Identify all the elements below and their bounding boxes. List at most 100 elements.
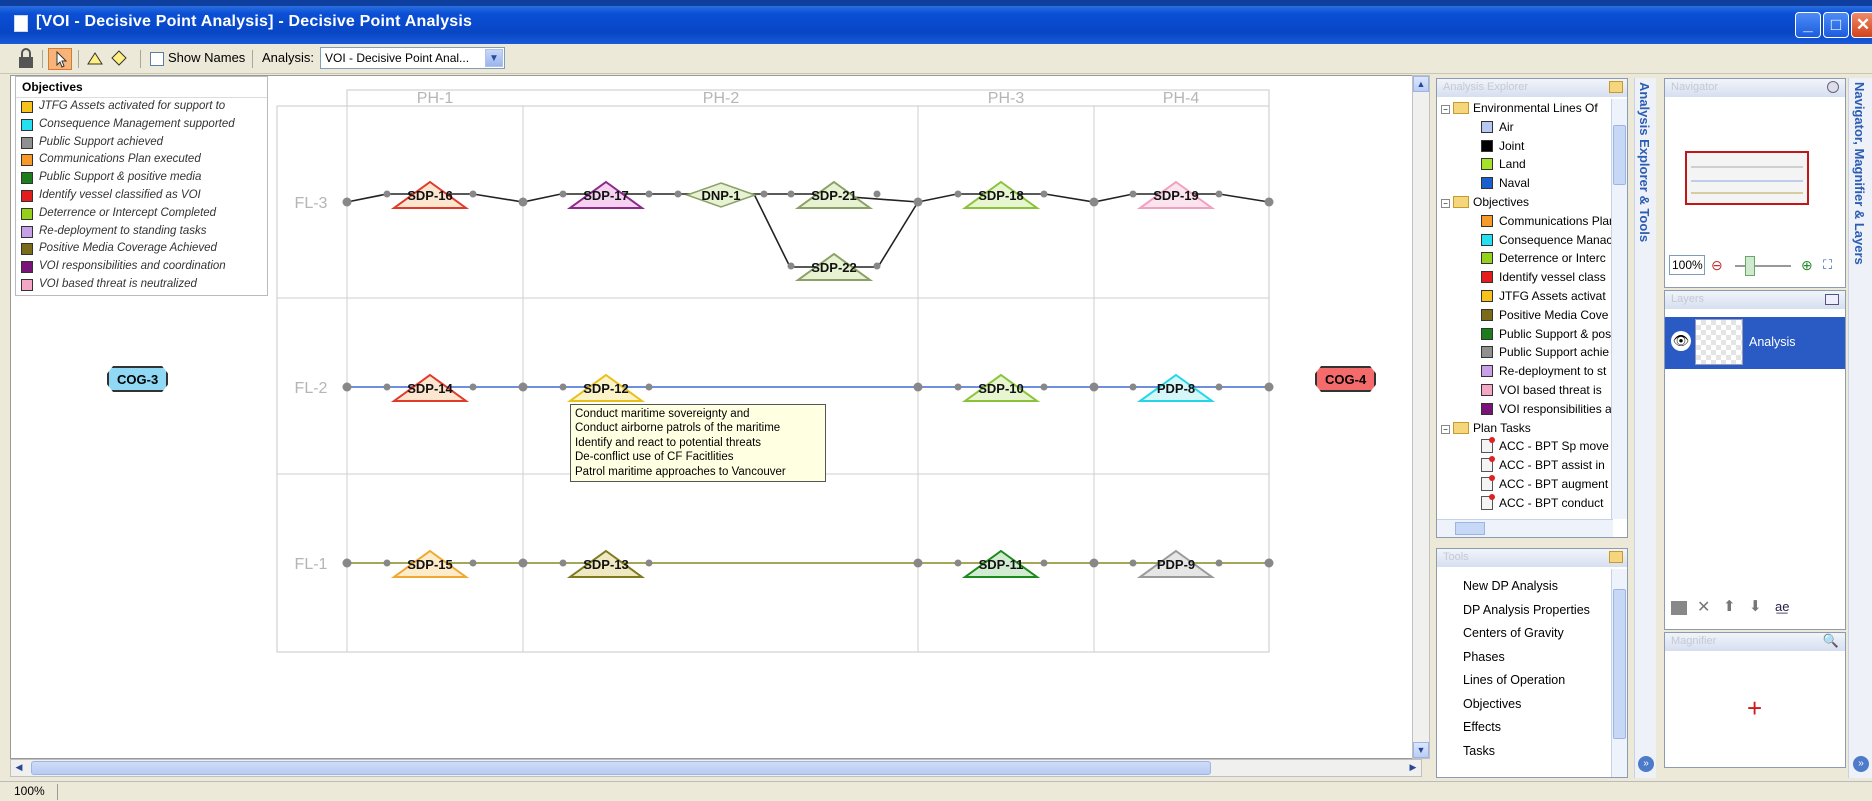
tool-item[interactable]: Tasks bbox=[1463, 744, 1495, 758]
cog-3-node[interactable]: COG-3 bbox=[107, 366, 169, 392]
tool-item[interactable]: DP Analysis Properties bbox=[1463, 603, 1590, 617]
tree-item[interactable]: ACC - BPT conduct bbox=[1481, 493, 1603, 512]
zoom-in-icon[interactable]: ⊕ bbox=[1801, 257, 1813, 274]
node-label[interactable]: PDP-8 bbox=[1157, 381, 1195, 396]
node-label[interactable]: SDP-13 bbox=[583, 557, 629, 572]
zoom-field[interactable]: 100% bbox=[1669, 255, 1705, 275]
tool-item[interactable]: New DP Analysis bbox=[1463, 579, 1558, 593]
tree-item[interactable]: Positive Media Cove bbox=[1481, 306, 1608, 324]
chevron-down-icon[interactable]: ▼ bbox=[485, 49, 503, 67]
maximize-button[interactable]: □ bbox=[1823, 12, 1849, 38]
zoom-out-icon[interactable]: ⊖ bbox=[1711, 257, 1723, 274]
node-label[interactable]: SDP-16 bbox=[407, 188, 453, 203]
magnifier-search-icon[interactable]: 🔍 bbox=[1823, 633, 1839, 649]
tool-item[interactable]: Centers of Gravity bbox=[1463, 626, 1564, 640]
scroll-thumb[interactable] bbox=[1455, 522, 1485, 535]
move-down-icon[interactable]: ⬇ bbox=[1749, 597, 1762, 615]
layer-row[interactable]: 👁 Analysis bbox=[1665, 317, 1845, 369]
node-label[interactable]: SDP-11 bbox=[979, 557, 1024, 572]
node-label[interactable]: SDP-17 bbox=[583, 188, 629, 203]
explorer-side-tab[interactable]: Analysis Explorer & Tools » bbox=[1634, 78, 1656, 778]
node-label[interactable]: SDP-18 bbox=[978, 188, 1024, 203]
tool-item[interactable]: Effects bbox=[1463, 720, 1501, 734]
tree-item[interactable]: Naval bbox=[1481, 174, 1530, 192]
navigator-side-tab[interactable]: Navigator, Magnifier & Layers » bbox=[1848, 78, 1872, 778]
analysis-canvas[interactable]: Objectives JTFG Assets activated for sup… bbox=[10, 75, 1422, 759]
diamond-tool-icon[interactable] bbox=[110, 48, 128, 70]
canvas-horizontal-scrollbar[interactable]: ◀ ▶ bbox=[10, 759, 1422, 777]
tool-item[interactable]: Lines of Operation bbox=[1463, 673, 1565, 687]
rename-icon[interactable]: a͟e bbox=[1775, 599, 1789, 614]
tree-item[interactable]: Land bbox=[1481, 155, 1526, 173]
refresh-icon[interactable] bbox=[1827, 81, 1839, 93]
analysis-select[interactable]: VOI - Decisive Point Anal... ▼ bbox=[320, 47, 505, 69]
new-layer-icon[interactable] bbox=[1671, 601, 1687, 615]
tree-folder[interactable]: − Plan Tasks bbox=[1441, 419, 1531, 437]
tree-item[interactable]: Public Support & pos bbox=[1481, 325, 1611, 343]
tree-item[interactable]: Deterrence or Interc bbox=[1481, 249, 1606, 267]
node-label[interactable]: PDP-9 bbox=[1157, 557, 1195, 572]
explorer-vertical-scrollbar[interactable] bbox=[1611, 99, 1627, 519]
minimize-button[interactable]: _ bbox=[1795, 12, 1821, 38]
layer-menu-icon[interactable] bbox=[1825, 294, 1839, 305]
tree-item[interactable]: JTFG Assets activat bbox=[1481, 287, 1606, 305]
tree-item[interactable]: ACC - BPT Sp move bbox=[1481, 437, 1609, 455]
triangle-tool-icon[interactable] bbox=[86, 48, 104, 70]
tree-item-label: Identify vessel class bbox=[1499, 270, 1606, 285]
scroll-up-icon[interactable]: ▲ bbox=[1413, 76, 1429, 92]
tree-item[interactable]: Re-deployment to st bbox=[1481, 362, 1606, 380]
tree-folder[interactable]: − Objectives bbox=[1441, 193, 1529, 211]
tree-item[interactable]: ACC - BPT assist in bbox=[1481, 456, 1605, 474]
node-label[interactable]: SDP-12 bbox=[583, 381, 629, 396]
add-folder-icon[interactable] bbox=[1609, 81, 1623, 93]
eye-icon[interactable]: 👁 bbox=[1671, 331, 1691, 351]
explorer-tab-label[interactable]: Analysis Explorer & Tools bbox=[1637, 82, 1652, 242]
node-label[interactable]: SDP-21 bbox=[811, 188, 857, 203]
node-label[interactable]: SDP-14 bbox=[407, 381, 453, 396]
scroll-thumb[interactable] bbox=[1613, 589, 1626, 739]
tree-item[interactable]: Consequence Manac bbox=[1481, 231, 1612, 249]
scroll-right-icon[interactable]: ▶ bbox=[1405, 760, 1421, 776]
collapse-icon[interactable]: − bbox=[1441, 105, 1450, 114]
collapse-icon[interactable]: − bbox=[1441, 199, 1450, 208]
navigator-tab-label[interactable]: Navigator, Magnifier & Layers bbox=[1852, 82, 1867, 265]
node-label[interactable]: SDP-19 bbox=[1153, 188, 1199, 203]
zoom-slider[interactable] bbox=[1735, 265, 1791, 267]
show-names-checkbox[interactable] bbox=[150, 52, 164, 66]
tree-item[interactable]: Joint bbox=[1481, 137, 1524, 155]
tool-item[interactable]: Phases bbox=[1463, 650, 1505, 664]
tree-item[interactable]: ACC - BPT augment bbox=[1481, 475, 1608, 493]
collapse-icon[interactable]: − bbox=[1441, 424, 1450, 434]
pointer-tool-icon[interactable] bbox=[48, 48, 72, 70]
navigator-preview[interactable] bbox=[1685, 151, 1809, 205]
explorer-horizontal-scrollbar[interactable] bbox=[1437, 519, 1613, 537]
node-label[interactable]: SDP-22 bbox=[811, 260, 857, 275]
tool-item[interactable]: Objectives bbox=[1463, 697, 1521, 711]
fit-to-screen-icon[interactable]: ⛶ bbox=[1823, 257, 1832, 273]
delete-icon[interactable]: ✕ bbox=[1697, 597, 1710, 617]
cog-4-node[interactable]: COG-4 bbox=[1315, 366, 1377, 392]
scroll-left-icon[interactable]: ◀ bbox=[11, 760, 27, 776]
tree-item[interactable]: VOI based threat is bbox=[1481, 381, 1602, 399]
tree-item[interactable]: Air bbox=[1481, 118, 1514, 136]
tree-item[interactable]: Public Support achie bbox=[1481, 343, 1609, 361]
expand-icon[interactable]: » bbox=[1853, 756, 1869, 772]
scroll-down-icon[interactable]: ▼ bbox=[1413, 742, 1429, 758]
tree-item[interactable]: Identify vessel class bbox=[1481, 268, 1606, 286]
move-up-icon[interactable]: ⬆ bbox=[1723, 597, 1736, 615]
expand-icon[interactable]: » bbox=[1638, 756, 1654, 772]
lock-icon[interactable] bbox=[16, 48, 36, 70]
tree-item[interactable]: Communications Plan bbox=[1481, 212, 1616, 230]
node-label[interactable]: DNP-1 bbox=[701, 188, 740, 203]
canvas-vertical-scrollbar[interactable]: ▲ ▼ bbox=[1412, 75, 1430, 759]
folder-icon[interactable] bbox=[1609, 551, 1623, 563]
scroll-thumb[interactable] bbox=[31, 761, 1211, 775]
tree-folder[interactable]: − Environmental Lines Of bbox=[1441, 99, 1598, 117]
close-button[interactable]: ✕ bbox=[1851, 12, 1872, 38]
tools-vertical-scrollbar[interactable] bbox=[1611, 569, 1627, 777]
zoom-slider-handle[interactable] bbox=[1745, 256, 1755, 276]
node-label[interactable]: SDP-10 bbox=[978, 381, 1024, 396]
tree-item[interactable]: VOI responsibilities a bbox=[1481, 400, 1612, 418]
scroll-thumb[interactable] bbox=[1613, 125, 1626, 185]
node-label[interactable]: SDP-15 bbox=[407, 557, 453, 572]
